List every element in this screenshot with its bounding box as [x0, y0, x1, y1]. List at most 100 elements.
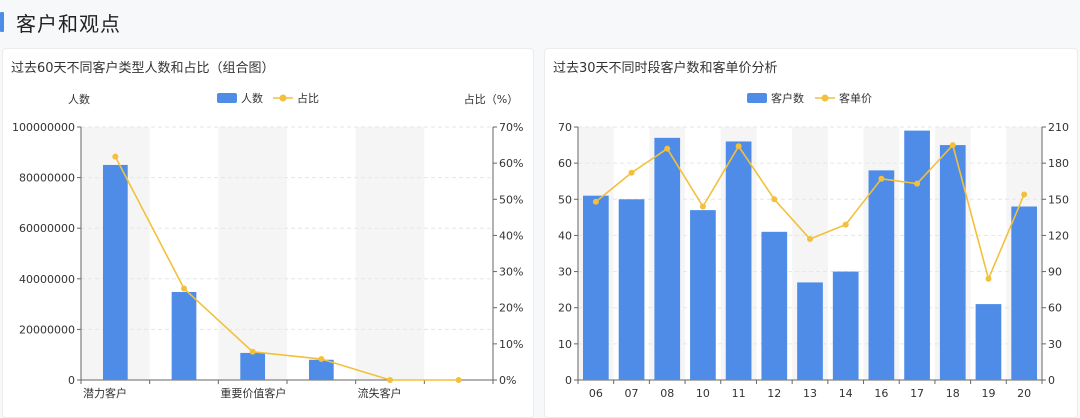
x-axis-tick-label: 17: [910, 387, 924, 400]
x-axis-tick-label: 16: [874, 387, 888, 400]
x-axis-tick-label: 潜力客户: [83, 386, 127, 400]
x-axis-tick-label: 重要价值客户: [220, 386, 286, 400]
y-right-axis-tick-label: 10%: [499, 338, 523, 351]
section-title: 客户和观点: [16, 11, 121, 36]
line-point: [914, 180, 921, 187]
x-axis-tick-label: 06: [589, 387, 603, 400]
x-axis-tick-label: 08: [660, 387, 674, 400]
x-axis-tick-label: 13: [803, 387, 817, 400]
line-point: [664, 145, 671, 152]
y-axis-tick-label: 40: [558, 229, 572, 242]
x-axis-tick-label: 19: [981, 387, 995, 400]
bar: [308, 359, 334, 380]
bar: [171, 291, 197, 380]
section-accent-bar: [0, 12, 4, 32]
line-point: [878, 175, 885, 182]
y-right-axis-tick-label: 40%: [499, 229, 523, 242]
x-axis-tick-label: 10: [696, 387, 710, 400]
x-axis-tick-label: 07: [625, 387, 639, 400]
x-axis-tick-label: 11: [732, 387, 746, 400]
line-point: [735, 143, 742, 150]
chart-time-slots: 0 10 20 30 40 50 60 70 0 30 60 90 120 150 180 210 06 07 08…: [558, 91, 1069, 400]
line-point: [699, 203, 706, 210]
y-axis-tick-label: 20000000: [19, 323, 75, 336]
y-axis-tick-label: 30: [558, 266, 572, 279]
bar: [975, 304, 1002, 380]
y-axis-tick-label: 20: [558, 302, 572, 315]
x-axis-tick-label: 20: [1017, 387, 1031, 400]
y-right-axis-tick-label: 150: [1048, 193, 1069, 206]
bar: [725, 141, 752, 380]
bar: [1011, 206, 1038, 380]
legend-label: 客单价: [839, 91, 872, 105]
y-right-axis-tick-label: 50%: [499, 193, 523, 206]
bar: [582, 195, 609, 380]
y-right-axis-tick-label: 60%: [499, 157, 523, 170]
bar: [690, 210, 716, 380]
y-axis-tick-label: 80000000: [19, 172, 75, 185]
line-point: [807, 236, 813, 243]
y-right-axis-tick-label: 70%: [499, 121, 523, 134]
bar: [797, 282, 823, 380]
y-right-axis-tick-label: 120: [1048, 229, 1069, 242]
bar: [832, 271, 859, 380]
bar: [868, 170, 895, 380]
x-axis-tick-label: 18: [946, 387, 960, 400]
y-right-axis-tick-label: 30%: [499, 266, 523, 279]
bar: [102, 164, 128, 380]
legend-swatch-bar: [747, 93, 767, 103]
bar: [240, 352, 266, 380]
line-point: [455, 377, 462, 383]
section-header: 客户和观点: [0, 0, 1080, 44]
legend-swatch-marker: [821, 94, 829, 102]
chart-card-customer-types: 过去60天不同客户类型人数和占比（组合图） 0 20000000 40000000 6…: [2, 48, 534, 418]
line-point: [181, 285, 187, 292]
category-band: [218, 127, 287, 380]
bar: [761, 231, 788, 380]
x-axis-tick-label: 14: [839, 387, 853, 400]
y-axis-tick-label: 60000000: [19, 222, 75, 235]
line-point: [249, 348, 256, 355]
y-axis-label: 人数: [68, 93, 90, 106]
y-right-axis-tick-label: 20%: [499, 302, 523, 315]
y-axis-tick-label: 40000000: [19, 273, 75, 286]
line-point: [985, 275, 992, 282]
chart-card-time-slots: 过去30天不同时段客户数和客单价分析 0 10 20 30 40 50 60 70 0 30 60 9…: [544, 48, 1078, 418]
line-point: [387, 377, 393, 383]
y-right-axis-tick-label: 180: [1048, 157, 1069, 170]
legend-swatch-marker: [279, 94, 287, 102]
y-right-axis-tick-label: 30: [1048, 338, 1062, 351]
x-axis-tick-label: 流失客户: [358, 386, 402, 400]
legend-label: 人数: [241, 92, 263, 105]
legend-swatch-bar: [217, 93, 237, 103]
y-axis-tick-label: 60: [558, 157, 572, 170]
line-point: [771, 196, 778, 203]
category-band: [355, 127, 425, 380]
y-right-axis-tick-label: 210: [1048, 121, 1069, 134]
y-axis-tick-label: 0: [68, 374, 75, 387]
y-right-axis-tick-label: 0: [1048, 374, 1055, 387]
y-right-axis-label: 占比（%）: [464, 92, 518, 106]
line-point: [949, 142, 956, 149]
y-axis-tick-label: 100000000: [12, 121, 75, 134]
y-right-axis-tick-label: 0%: [499, 374, 516, 387]
y-axis-tick-label: 10: [558, 338, 572, 351]
y-axis-tick-label: 50: [558, 193, 572, 206]
legend-label: 占比: [297, 91, 319, 105]
line-point: [1021, 191, 1028, 198]
chart-customer-types: 0 20000000 40000000 60000000 80000000 1000000…: [12, 91, 523, 400]
line-point: [112, 153, 119, 160]
line-point: [628, 169, 635, 176]
bar: [904, 130, 930, 380]
y-right-axis-tick-label: 90: [1048, 266, 1062, 279]
line-point: [842, 221, 849, 228]
bar: [654, 137, 681, 380]
x-axis-tick-label: 12: [767, 387, 781, 400]
legend-label: 客户数: [771, 91, 804, 105]
line-point: [318, 356, 325, 363]
line-point: [592, 198, 599, 205]
bar: [618, 199, 645, 380]
y-right-axis-tick-label: 60: [1048, 302, 1062, 315]
y-axis-tick-label: 70: [558, 121, 572, 134]
y-axis-tick-label: 0: [565, 374, 572, 387]
